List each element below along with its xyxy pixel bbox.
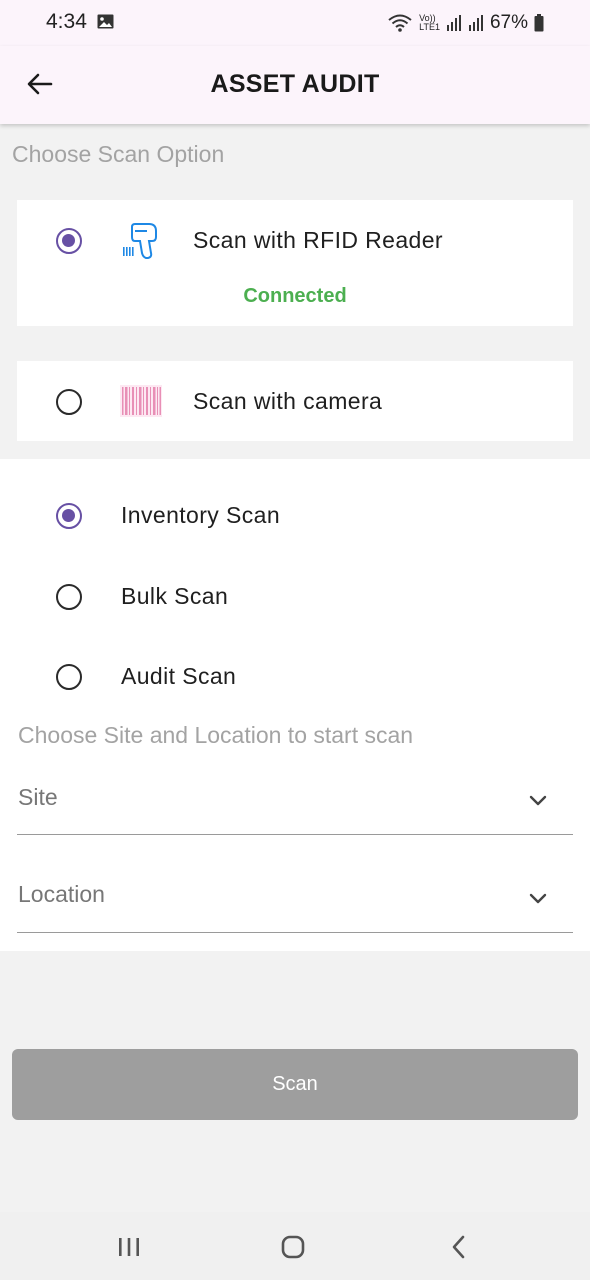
rfid-option-card[interactable]: Scan with RFID Reader Connected xyxy=(17,200,573,326)
bulk-scan-radio[interactable] xyxy=(56,584,82,610)
signal-icon xyxy=(446,15,461,31)
status-icons: Vo)) LTE1 67% xyxy=(387,10,544,36)
rfid-option-label: Scan with RFID Reader xyxy=(193,227,443,253)
location-label: Location xyxy=(18,881,105,907)
wifi-icon xyxy=(388,14,412,32)
camera-radio[interactable] xyxy=(56,389,82,415)
audit-scan-radio[interactable] xyxy=(56,664,82,690)
audit-scan-label[interactable]: Audit Scan xyxy=(121,663,236,690)
status-time: 4:34 xyxy=(46,10,87,33)
battery-icon xyxy=(534,14,544,32)
location-underline xyxy=(17,932,573,933)
nav-back-icon[interactable] xyxy=(444,1232,474,1262)
app-bar: ASSET AUDIT xyxy=(0,46,590,124)
signal-icon-2 xyxy=(468,15,483,31)
bulk-scan-label[interactable]: Bulk Scan xyxy=(121,583,228,610)
scan-option-heading: Choose Scan Option xyxy=(12,141,225,167)
barcode-icon xyxy=(120,385,162,417)
home-icon[interactable] xyxy=(278,1232,308,1262)
camera-option-card[interactable]: Scan with camera xyxy=(17,361,573,441)
scan-button[interactable]: Scan xyxy=(12,1049,578,1120)
connection-status: Connected xyxy=(243,285,347,307)
page-title: ASSET AUDIT xyxy=(210,70,380,98)
site-underline xyxy=(17,834,573,835)
system-nav-bar xyxy=(0,1212,590,1280)
chevron-down-icon xyxy=(529,893,547,904)
gallery-notification-icon xyxy=(97,14,114,29)
status-bar: 4:34 Vo)) LTE1 67% xyxy=(0,0,590,46)
volte-bottom-text: LTE1 xyxy=(419,22,440,32)
volte-indicator: Vo)) LTE1 xyxy=(419,14,440,32)
camera-option-label: Scan with camera xyxy=(193,388,383,414)
battery-percent: 67% xyxy=(489,12,528,33)
inventory-scan-label[interactable]: Inventory Scan xyxy=(121,502,280,529)
inventory-scan-radio[interactable] xyxy=(56,503,82,529)
recents-icon[interactable] xyxy=(114,1232,144,1262)
site-location-heading: Choose Site and Location to start scan xyxy=(18,722,414,748)
rfid-radio[interactable] xyxy=(56,228,82,254)
rfid-scanner-icon xyxy=(123,223,157,259)
site-label: Site xyxy=(18,784,58,810)
chevron-down-icon xyxy=(529,795,547,806)
scan-settings-panel: Inventory Scan Bulk Scan Audit Scan Choo… xyxy=(0,459,590,951)
